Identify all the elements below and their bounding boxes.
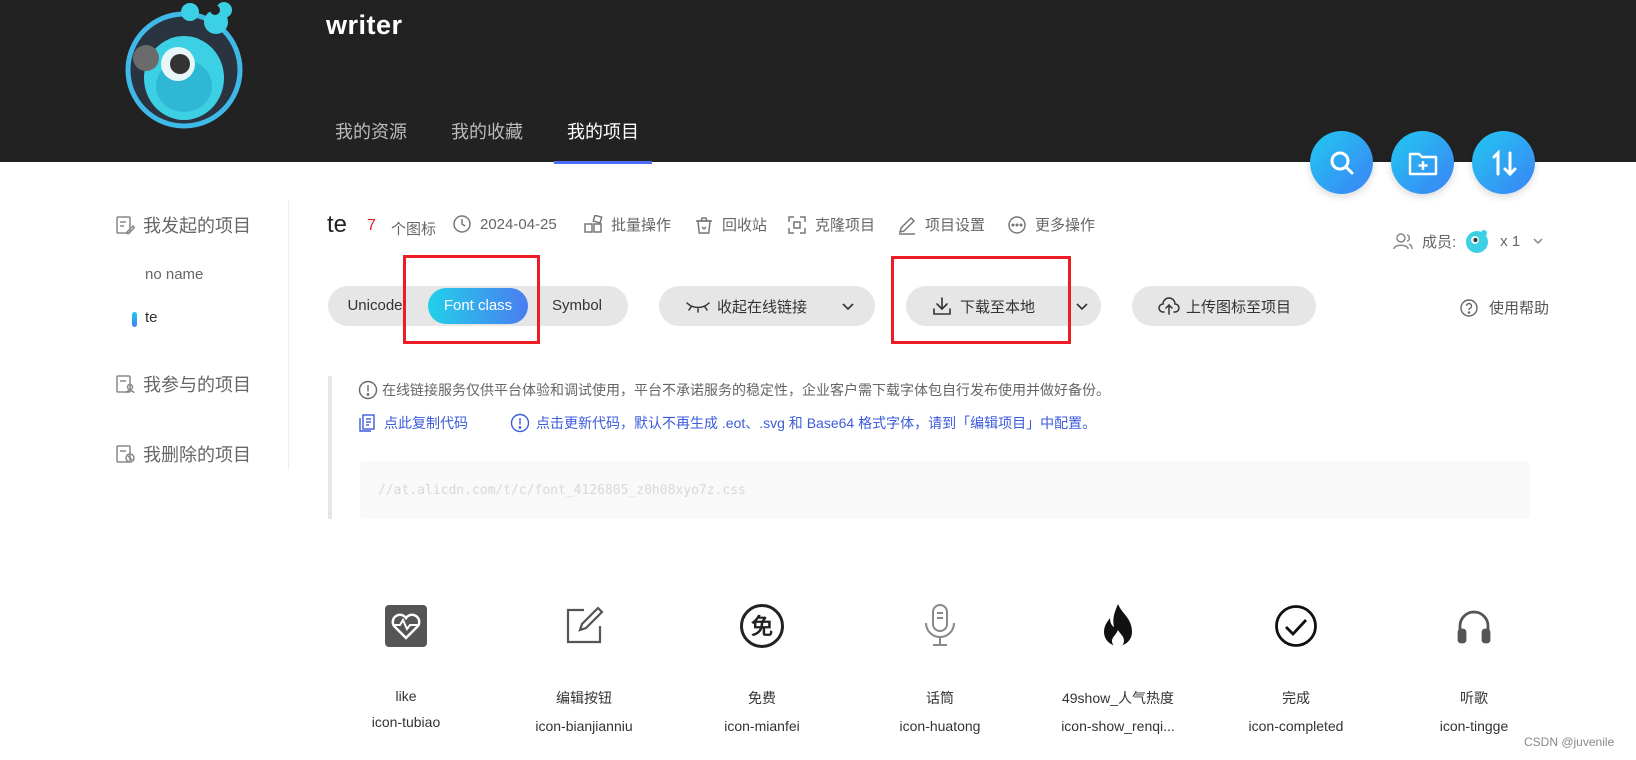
user-document-icon [116,375,135,394]
upload-button[interactable]: 上传图标至项目 [1132,286,1316,326]
sort-icon [1492,148,1516,176]
members[interactable]: 成员: x 1 [1392,228,1544,254]
format-option-symbol[interactable]: Symbol [536,286,618,326]
heart-pulse-icon [385,605,427,647]
search-button[interactable] [1310,131,1373,194]
sidebar-group-deleted[interactable]: 我删除的项目 [115,441,251,467]
icon-card-completed[interactable]: 完成 icon-completed [1216,598,1376,734]
question-icon [1460,298,1478,317]
online-link-panel: 在线链接服务仅供平台体验和调试使用，平台不承诺服务的稳定性，企业客户需下载字体包… [328,376,1530,519]
icon-count: 7 [367,217,376,234]
sidebar-group-joined[interactable]: 我参与的项目 [115,371,251,397]
chevron-down-icon[interactable] [1075,299,1089,313]
icon-card-like[interactable]: like icon-tubiao [326,598,486,730]
free-icon: 免 [740,604,784,648]
delete-document-icon [116,445,135,463]
header: writer 我的资源 我的收藏 我的项目 [0,0,1636,164]
icon-card-fire[interactable]: 49show_人气热度 icon-show_renqi... [1038,598,1198,734]
copy-code-link[interactable]: 点此复制代码 [358,413,468,433]
project-settings-button[interactable]: 项目设置 [897,214,985,235]
tab-my-resources[interactable]: 我的资源 [322,104,420,162]
tab-my-projects[interactable]: 我的项目 [554,104,652,164]
clock-icon [453,215,471,233]
watermark: CSDN @juvenile [1524,735,1615,749]
users-icon [1393,233,1413,250]
highlight-box [891,256,1071,344]
avatar [125,2,243,129]
member-avatar [1466,230,1489,253]
batch-operation-button[interactable]: 批量操作 [583,214,671,235]
sidebar: 我发起的项目 no name te 我参与的项目 我删除的项目 [115,200,289,470]
clone-icon [788,215,806,234]
edit-icon [566,606,604,644]
chevron-down-icon [842,303,854,311]
collapse-link-button[interactable]: 收起在线链接 [659,286,875,326]
icon-card-free[interactable]: 免 免费 icon-mianfei [682,598,842,734]
members-label: 成员: [1422,233,1457,251]
sidebar-group-label: 我发起的项目 [143,216,251,236]
icon-card-microphone[interactable]: 话筒 icon-huatong [860,598,1020,734]
search-icon [1330,151,1353,174]
username: writer [326,10,403,40]
trash-icon [696,216,712,234]
copy-icon [359,414,375,432]
sort-button[interactable] [1472,131,1535,194]
grid-icon [584,214,603,233]
svg-text:免: 免 [751,614,773,640]
sidebar-item-te[interactable]: te [132,309,158,327]
more-actions-button[interactable]: 更多操作 [1007,214,1095,235]
icon-card-headphones[interactable]: 听歌 icon-tingge [1394,598,1554,734]
icon-card-edit[interactable]: 编辑按钮 icon-bianjianniu [504,598,664,734]
check-circle-icon [1275,605,1317,647]
icon-count-label: 个图标 [391,221,437,238]
eye-closed-icon [686,302,710,313]
project-title: te [327,211,348,238]
clone-project-button[interactable]: 克隆项目 [787,214,875,235]
main-nav: 我的资源 我的收藏 我的项目 [322,104,670,164]
sidebar-item-no-name[interactable]: no name [145,266,203,283]
help-link[interactable]: 使用帮助 [1459,297,1549,318]
service-notice: 在线链接服务仅供平台体验和调试使用，平台不承诺服务的稳定性，企业客户需下载字体包… [358,380,1110,400]
project-date: 2024-04-25 [452,214,557,234]
fire-icon [1104,604,1132,647]
recycle-bin-button[interactable]: 回收站 [694,214,767,235]
microphone-icon [925,604,955,646]
members-count: x 1 [1500,232,1521,250]
sidebar-group-created[interactable]: 我发起的项目 [115,212,251,238]
page: writer 我的资源 我的收藏 我的项目 我发起的项目 no name te … [0,0,1636,760]
highlight-box [403,255,540,344]
pencil-icon [898,216,916,235]
cloud-upload-icon [1158,297,1180,315]
info-icon [510,413,530,433]
sidebar-group-label: 我删除的项目 [143,445,251,465]
edit-document-icon [116,216,135,235]
update-code-link[interactable]: 点击更新代码，默认不再生成 .eot、.svg 和 Base64 格式字体，请到… [510,413,1096,433]
more-icon [1008,215,1026,234]
css-link-code[interactable]: //at.alicdn.com/t/c/font_4126805_z0h08xy… [360,461,1530,519]
new-project-button[interactable] [1391,131,1454,194]
sidebar-group-label: 我参与的项目 [143,375,251,395]
headphones-icon [1457,610,1491,644]
new-folder-icon [1408,152,1437,175]
tab-my-favorites[interactable]: 我的收藏 [438,104,536,162]
info-icon [358,380,378,400]
chevron-down-icon [1533,238,1543,245]
